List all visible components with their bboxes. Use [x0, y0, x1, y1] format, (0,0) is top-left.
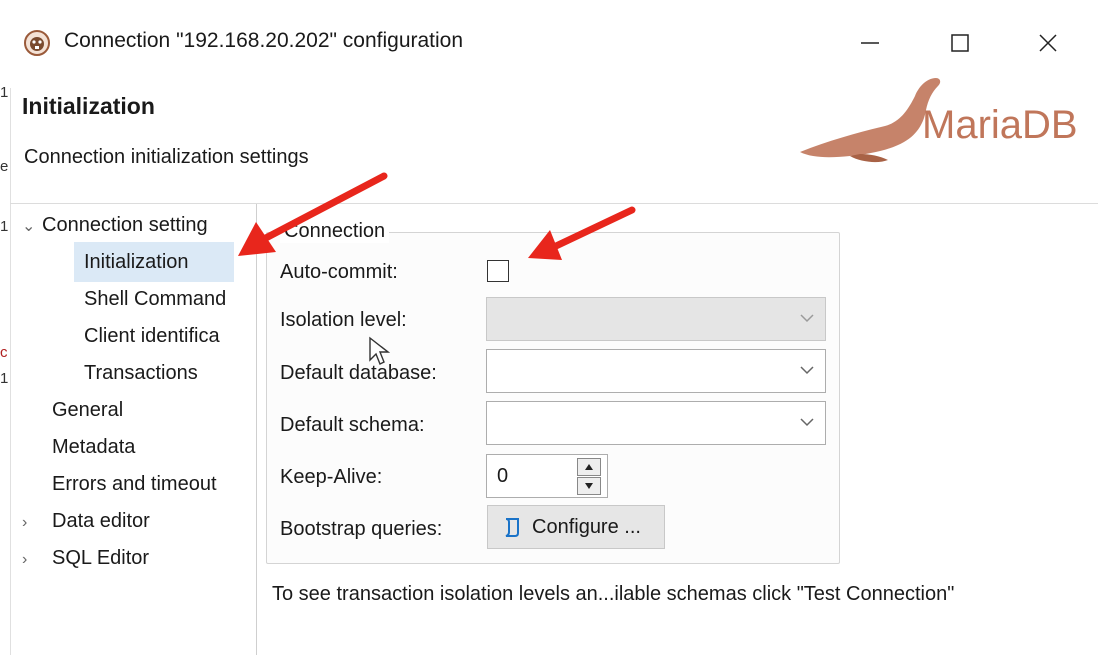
- default-schema-select[interactable]: [486, 401, 826, 445]
- maximize-button[interactable]: [930, 18, 990, 68]
- maximize-icon: [951, 34, 969, 52]
- isolation-level-label: Isolation level:: [280, 309, 407, 331]
- close-icon: [1039, 34, 1057, 52]
- nav-item-label: SQL Editor: [52, 547, 150, 569]
- nav-item-label: General: [52, 399, 124, 421]
- nav-item-shell-command[interactable]: Shell Command: [84, 288, 226, 311]
- nav-item-data-editor[interactable]: › Data editor: [22, 510, 150, 533]
- spin-down-button[interactable]: [577, 477, 601, 495]
- nav-item-label: Client identifica: [84, 325, 220, 347]
- configure-button[interactable]: Configure ...: [487, 505, 665, 549]
- chevron-down-icon: [800, 418, 814, 427]
- spin-up-button[interactable]: [577, 458, 601, 476]
- page-title: Initialization: [22, 93, 155, 119]
- edge-char: 1: [0, 84, 9, 101]
- header-separator: [10, 203, 1098, 204]
- nav-item-label: Errors and timeout: [52, 473, 217, 495]
- default-database-label: Default database:: [280, 362, 437, 384]
- nav-item-errors-and-timeout[interactable]: Errors and timeout: [52, 473, 217, 496]
- mariadb-logo: MariaDB: [790, 70, 1098, 170]
- keep-alive-spinner[interactable]: 0: [486, 454, 608, 498]
- default-schema-label: Default schema:: [280, 414, 425, 436]
- triangle-down-icon: [585, 483, 593, 489]
- nav-item-label: Shell Command: [84, 288, 227, 310]
- bootstrap-queries-label: Bootstrap queries:: [280, 518, 443, 540]
- nav-item-label: Initialization: [84, 251, 189, 273]
- mouse-cursor-icon: [369, 336, 390, 365]
- chevron-down-icon: [800, 314, 814, 323]
- isolation-level-select[interactable]: [486, 297, 826, 341]
- chevron-down-icon[interactable]: ⌄: [22, 216, 42, 236]
- close-button[interactable]: [1018, 18, 1078, 68]
- nav-item-client-identification[interactable]: Client identifica: [84, 325, 220, 348]
- auto-commit-checkbox[interactable]: [487, 260, 509, 282]
- edge-char: 1: [0, 370, 9, 387]
- nav-item-transactions[interactable]: Transactions: [84, 362, 198, 385]
- nav-item-connection-settings[interactable]: ⌄ Connection setting: [22, 214, 208, 237]
- chevron-down-icon: [800, 366, 814, 375]
- window-title: Connection "192.168.20.202" configuratio…: [64, 29, 464, 52]
- dbeaver-beaver-icon: [24, 30, 50, 56]
- nav-item-label: Metadata: [52, 436, 136, 458]
- test-connection-hint: To see transaction isolation levels an..…: [272, 583, 955, 605]
- triangle-up-icon: [585, 464, 593, 470]
- chevron-right-icon[interactable]: ›: [22, 551, 42, 569]
- edge-char: e: [0, 158, 9, 175]
- edge-char: 1: [0, 218, 9, 235]
- nav-item-initialization[interactable]: Initialization: [84, 251, 189, 274]
- default-database-select[interactable]: [486, 349, 826, 393]
- background-window-edge: 1 e 1 c 1: [0, 80, 12, 400]
- pane-separator: [256, 204, 257, 655]
- minimize-button[interactable]: [840, 18, 900, 68]
- auto-commit-label: Auto-commit:: [280, 261, 398, 283]
- nav-item-metadata[interactable]: Metadata: [52, 436, 135, 459]
- script-icon: [505, 518, 519, 537]
- connection-group-legend: Connection: [280, 220, 390, 243]
- configure-button-label: Configure ...: [532, 515, 641, 538]
- nav-item-general[interactable]: General: [52, 399, 123, 422]
- nav-item-label: Data editor: [52, 510, 150, 532]
- sea-lion-icon: [800, 78, 941, 158]
- edge-char: c: [0, 344, 8, 361]
- minimize-icon: [861, 42, 879, 44]
- keep-alive-value: 0: [497, 465, 509, 487]
- logo-text: MariaDB: [922, 103, 1078, 147]
- keep-alive-label: Keep-Alive:: [280, 466, 383, 488]
- nav-item-label: Transactions: [84, 362, 198, 384]
- nav-item-label: Connection setting: [42, 214, 208, 236]
- nav-item-sql-editor[interactable]: › SQL Editor: [22, 547, 149, 570]
- page-description: Connection initialization settings: [24, 146, 309, 168]
- chevron-right-icon[interactable]: ›: [22, 514, 42, 532]
